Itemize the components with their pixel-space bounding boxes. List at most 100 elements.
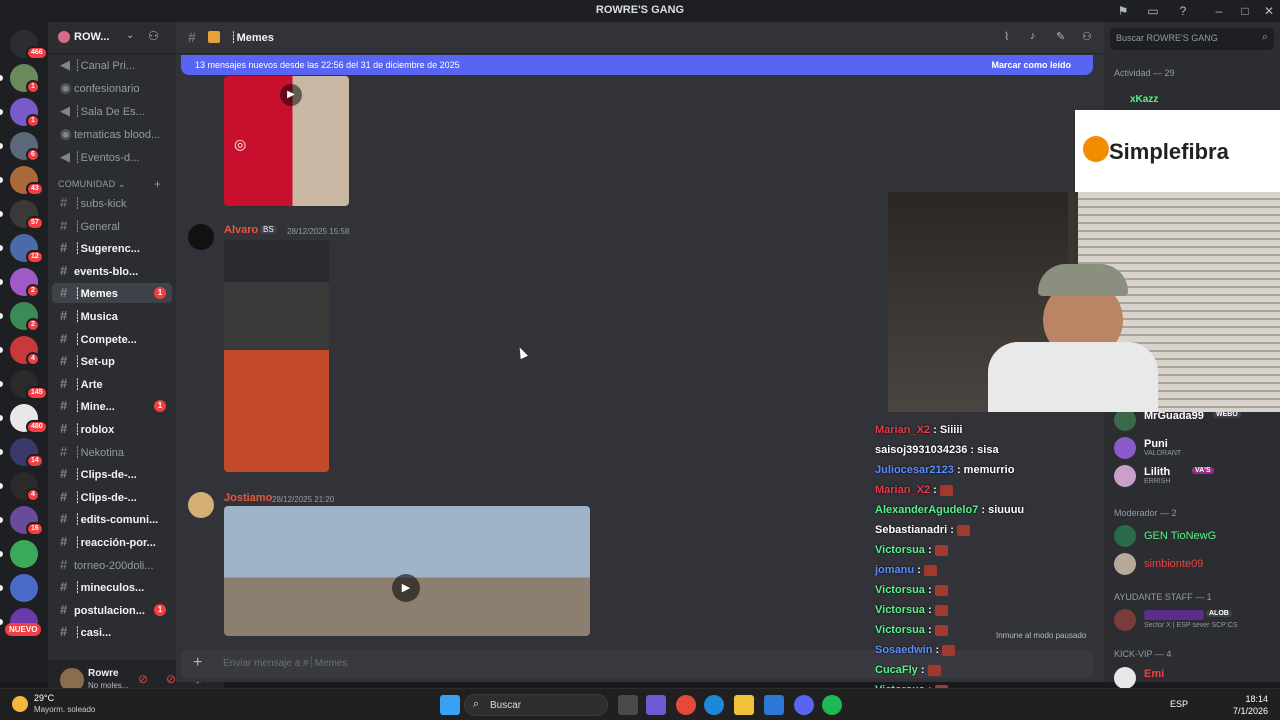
member-name[interactable]: xKazz: [1130, 94, 1158, 105]
stream-chat-line: Victorsua :: [875, 584, 948, 596]
message-author[interactable]: Jostiamo: [224, 492, 272, 504]
avatar[interactable]: [188, 492, 214, 518]
hash-icon: #: [60, 601, 68, 617]
member-item[interactable]: ALOB Sector X | ESP sever SCP:CS: [1114, 608, 1274, 634]
avatar[interactable]: [188, 224, 214, 250]
chrome-icon[interactable]: [676, 695, 696, 715]
copilot-icon[interactable]: [646, 695, 666, 715]
emote-icon: [934, 544, 948, 556]
task-view-icon[interactable]: [618, 695, 638, 715]
channel-item[interactable]: # ┊mineculos...: [52, 577, 172, 597]
channel-item[interactable]: # ┊Memes 1: [52, 283, 172, 304]
deafen-icon[interactable]: ⊘: [166, 672, 176, 686]
channel-item[interactable]: # ┊Clips-de-...: [52, 487, 172, 507]
channel-item[interactable]: ◉ tematicas blood...: [52, 124, 172, 144]
server-badge: 1: [26, 80, 40, 94]
channel-item[interactable]: # ┊edits-comuni...: [52, 509, 172, 529]
channel-item[interactable]: # ┊Sugerenc...: [52, 238, 172, 258]
server-badge: 2: [26, 284, 40, 298]
play-icon[interactable]: ▶: [392, 574, 420, 602]
search-input[interactable]: Buscar ROWRE'S GANG ⌕: [1110, 28, 1274, 50]
chat-username: Sosaedwin: [875, 644, 933, 656]
clock-time[interactable]: 18:14: [1222, 694, 1268, 704]
mark-read-button[interactable]: Marcar como leído: [991, 55, 1071, 75]
add-user-icon[interactable]: ⚇: [148, 29, 159, 43]
channel-label: ┊Sala De Es...: [74, 106, 145, 118]
stream-chat-line: CucaFly :: [875, 664, 941, 676]
maximize-icon[interactable]: □: [1236, 2, 1254, 20]
video-attachment[interactable]: ▶: [224, 506, 590, 636]
chat-username: Victorsua: [875, 624, 925, 636]
member-item[interactable]: GEN TioNewG: [1114, 524, 1274, 550]
channel-item[interactable]: # ┊reacción-por...: [52, 532, 172, 552]
close-icon[interactable]: ✕: [1260, 2, 1278, 20]
taskbar-search[interactable]: ⌕ Buscar: [464, 694, 608, 716]
member-item[interactable]: Lilith VA'S ERRISH: [1114, 464, 1274, 490]
server-badge: 480: [26, 420, 48, 434]
help-icon[interactable]: ?: [1174, 2, 1192, 20]
image-attachment[interactable]: [224, 240, 329, 472]
pin-icon[interactable]: ✎: [1056, 30, 1065, 43]
channel-item[interactable]: # postulacion... 1: [52, 600, 172, 620]
video-attachment[interactable]: ◎ ▶: [224, 76, 349, 206]
avatar: [1114, 409, 1136, 431]
channel-label: ┊Clips-de-...: [74, 491, 137, 504]
channel-item[interactable]: # events-blo...: [52, 261, 172, 281]
server-icon[interactable]: [10, 574, 38, 602]
channel-item[interactable]: # ┊Clips-de-...: [52, 464, 172, 484]
channel-item[interactable]: ◀ ┊Canal Pri...: [52, 55, 172, 75]
discord-icon[interactable]: [794, 695, 814, 715]
channel-item[interactable]: # ┊Compete...: [52, 329, 172, 349]
edge-icon[interactable]: [704, 695, 724, 715]
start-icon[interactable]: [440, 695, 460, 715]
channel-item[interactable]: ◀ ┊Sala De Es...: [52, 101, 172, 121]
member-item[interactable]: simbionte09: [1114, 552, 1274, 578]
spotify-icon[interactable]: [822, 695, 842, 715]
unread-pill: [0, 313, 3, 319]
guild-header[interactable]: ROW... ⌄ ⚇: [48, 22, 176, 54]
channel-item[interactable]: # ┊Musica: [52, 306, 172, 326]
member-tag: ALOB: [1206, 610, 1232, 617]
add-channel-icon[interactable]: +: [154, 177, 161, 191]
channel-item[interactable]: # ┊Mine... 1: [52, 396, 172, 416]
member-tag: BS: [260, 225, 277, 234]
language-indicator[interactable]: ESP: [1170, 699, 1188, 709]
channel-item[interactable]: # torneo-200doli...: [52, 555, 172, 575]
server-badge: 4: [26, 352, 40, 366]
flag-icon[interactable]: ⚑: [1114, 2, 1132, 20]
server-icon[interactable]: [10, 540, 38, 568]
mute-mic-icon[interactable]: ⊘: [138, 672, 148, 686]
message-author[interactable]: Alvaro: [224, 224, 258, 236]
channel-item[interactable]: # ┊Nekotina: [52, 442, 172, 462]
channel-item[interactable]: ◉ confesionario: [52, 78, 172, 98]
bell-icon[interactable]: ♪: [1030, 30, 1036, 42]
channel-item[interactable]: # ┊roblox: [52, 419, 172, 439]
add-attachment-icon[interactable]: +: [193, 654, 202, 672]
chevron-down-icon[interactable]: ⌄: [126, 30, 134, 41]
channel-item[interactable]: # ┊Set-up: [52, 351, 172, 371]
minimize-icon[interactable]: –: [1210, 2, 1228, 20]
chat-message: Siiiii: [939, 424, 963, 436]
channel-item[interactable]: # ┊subs-kick: [52, 193, 172, 213]
category-comunidad[interactable]: COMUNIDAD ⌄: [58, 179, 126, 190]
chat-separator: :: [978, 504, 989, 516]
weather-icon[interactable]: [12, 696, 28, 712]
mail-icon[interactable]: [764, 695, 784, 715]
new-badge: NUEVO: [5, 623, 42, 636]
clock-date[interactable]: 7/1/2026: [1222, 706, 1268, 716]
channel-item[interactable]: # ┊casi...: [52, 622, 172, 642]
chat-separator: :: [924, 544, 935, 556]
new-messages-banner[interactable]: 13 mensajes nuevos desde las 22:56 del 3…: [181, 55, 1093, 75]
members-icon[interactable]: ⚇: [1082, 30, 1092, 43]
play-icon[interactable]: ▶: [280, 84, 302, 106]
threads-icon[interactable]: ⌇: [1004, 30, 1009, 43]
emote-icon: [923, 564, 937, 576]
channel-item[interactable]: ◀ ┊Eventos-d...: [52, 147, 172, 167]
screen-icon[interactable]: ▭: [1144, 2, 1162, 20]
channel-item[interactable]: # ┊Arte: [52, 374, 172, 394]
server-badge: 145: [26, 386, 48, 400]
member-item[interactable]: Puni VALORANT: [1114, 436, 1274, 462]
taskbar: 29°C Mayorm. soleado ⌕ Buscar ESP 18:14 …: [0, 688, 1280, 720]
channel-item[interactable]: # ┊General: [52, 216, 172, 236]
file-explorer-icon[interactable]: [734, 695, 754, 715]
